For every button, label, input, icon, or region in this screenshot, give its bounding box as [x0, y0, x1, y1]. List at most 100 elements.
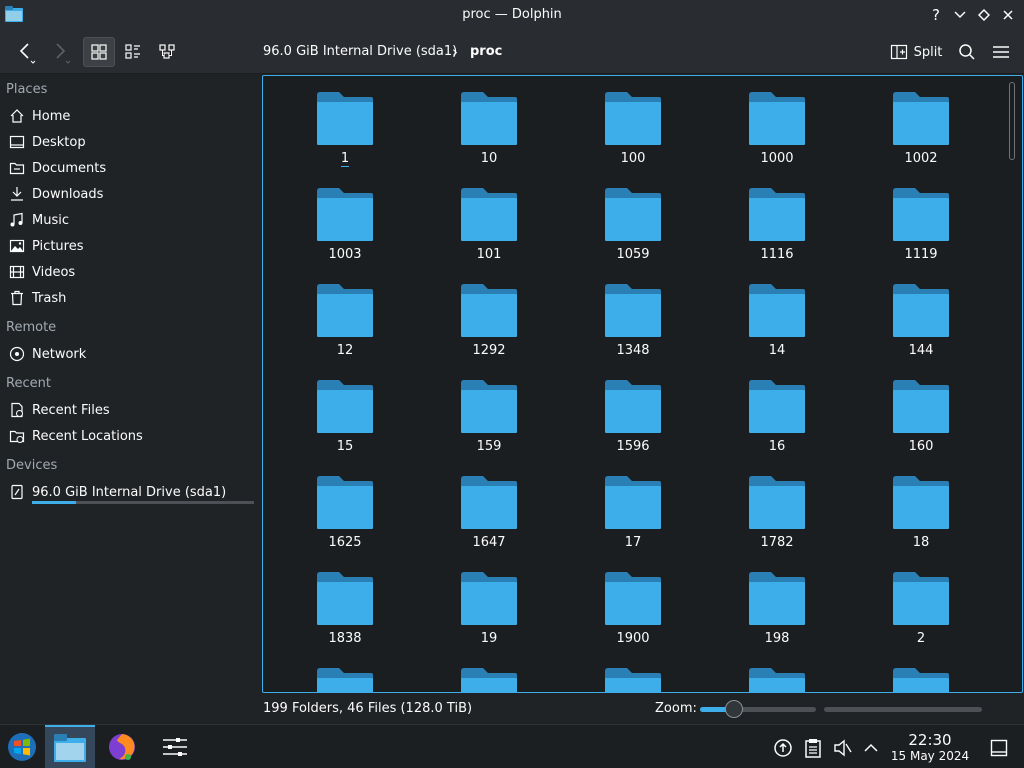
split-button[interactable]: Split — [888, 37, 944, 67]
folder-item[interactable]: 1 — [273, 86, 417, 182]
folder-item[interactable]: 15 — [273, 374, 417, 470]
folder-item[interactable] — [417, 662, 561, 692]
folder-item[interactable]: 1782 — [705, 470, 849, 566]
folder-item[interactable]: 160 — [849, 374, 993, 470]
tray-expand[interactable] — [860, 737, 882, 759]
folder-label: 14 — [768, 343, 786, 358]
file-view[interactable]: 1 10 100 1000 1002 1003 101 1059 1116 1119 12 1292 1… — [262, 75, 1023, 693]
tray-clipboard[interactable] — [802, 737, 824, 759]
folder-item[interactable]: 1596 — [561, 374, 705, 470]
sidebar-item-network[interactable]: Network — [0, 341, 260, 367]
folder-item[interactable]: 1838 — [273, 566, 417, 662]
sidebar-item-recent-files[interactable]: Recent Files — [0, 397, 260, 423]
folder-label: 1782 — [760, 535, 794, 550]
folder-item[interactable]: 17 — [561, 470, 705, 566]
folder-item[interactable] — [273, 662, 417, 692]
recent-files-icon — [11, 402, 23, 418]
folder-item[interactable]: 144 — [849, 278, 993, 374]
folder-item[interactable]: 16 — [705, 374, 849, 470]
folder-item[interactable]: 12 — [273, 278, 417, 374]
folder-item[interactable]: 2 — [849, 566, 993, 662]
details-view-button[interactable] — [152, 37, 182, 67]
folder-item[interactable]: 101 — [417, 182, 561, 278]
taskbar-dolphin[interactable] — [45, 725, 95, 768]
status-bar: 199 Folders, 46 Files (128.0 TiB) Zoom: — [0, 694, 1024, 724]
back-button[interactable] — [10, 37, 42, 67]
sidebar-item-recent-locations[interactable]: Recent Locations — [0, 423, 260, 449]
folder-item[interactable]: 159 — [417, 374, 561, 470]
sidebar-item-videos[interactable]: Videos — [0, 259, 260, 285]
folder-label: 2 — [916, 631, 926, 646]
tray-updates[interactable] — [772, 737, 794, 759]
folder-label: 159 — [476, 439, 502, 454]
sidebar-item-internal-drive[interactable]: 96.0 GiB Internal Drive (sda1) — [0, 479, 260, 505]
chevron-up-icon — [864, 743, 878, 752]
folder-item[interactable]: 1116 — [705, 182, 849, 278]
vertical-scrollbar[interactable] — [1008, 82, 1016, 688]
menu-button[interactable] — [988, 37, 1014, 67]
folder-item[interactable]: 1292 — [417, 278, 561, 374]
zoom-slider[interactable] — [700, 700, 816, 718]
folder-item[interactable]: 1002 — [849, 86, 993, 182]
sidebar-item-pictures[interactable]: Pictures — [0, 233, 260, 259]
forward-button[interactable] — [46, 37, 76, 67]
folder-label: 1000 — [760, 151, 794, 166]
folder-item[interactable]: 1059 — [561, 182, 705, 278]
show-desktop-button[interactable] — [988, 737, 1010, 759]
compact-view-button[interactable] — [118, 37, 148, 67]
folder-item[interactable]: 19 — [417, 566, 561, 662]
folder-icon — [461, 284, 517, 337]
clock-time[interactable]: 22:30 — [890, 731, 970, 749]
taskbar-system-settings[interactable] — [150, 725, 200, 768]
clipboard-icon — [805, 739, 821, 758]
folder-item[interactable] — [849, 662, 993, 692]
compact-view-icon — [125, 44, 140, 59]
application-launcher[interactable] — [0, 725, 44, 768]
sidebar-item-home[interactable]: Home — [0, 103, 260, 129]
zoom-slider-handle[interactable] — [724, 700, 743, 718]
folder-item[interactable]: 1000 — [705, 86, 849, 182]
title-bar: proc — Dolphin ? — [0, 0, 1024, 30]
folder-item[interactable]: 1900 — [561, 566, 705, 662]
sidebar-item-documents[interactable]: Documents — [0, 155, 260, 181]
videos-icon — [9, 265, 25, 279]
folder-label: 12 — [336, 343, 354, 358]
scrollbar-thumb[interactable] — [1009, 82, 1015, 160]
folder-item[interactable]: 100 — [561, 86, 705, 182]
close-button[interactable] — [996, 3, 1020, 27]
folder-item[interactable]: 1647 — [417, 470, 561, 566]
folder-label: 15 — [336, 439, 354, 454]
folder-item[interactable]: 18 — [849, 470, 993, 566]
folder-item[interactable] — [561, 662, 705, 692]
breadcrumb-separator[interactable]: › — [452, 30, 458, 74]
sidebar-item-music[interactable]: Music — [0, 207, 260, 233]
icons-view-button[interactable] — [83, 37, 115, 67]
maximize-button[interactable] — [972, 3, 996, 27]
folder-item[interactable]: 1348 — [561, 278, 705, 374]
folder-label: 101 — [476, 247, 502, 262]
sidebar-item-label: Music — [32, 212, 69, 228]
places-header: Places — [6, 82, 48, 97]
sidebar-item-downloads[interactable]: Downloads — [0, 181, 260, 207]
sidebar-item-trash[interactable]: Trash — [0, 285, 260, 311]
folder-item[interactable]: 198 — [705, 566, 849, 662]
sidebar-item-desktop[interactable]: Desktop — [0, 129, 260, 155]
folder-label: 1119 — [904, 247, 938, 262]
clock-date[interactable]: 15 May 2024 — [885, 749, 975, 763]
folder-item[interactable]: 10 — [417, 86, 561, 182]
folder-item[interactable]: 1119 — [849, 182, 993, 278]
tray-volume[interactable] — [832, 737, 854, 759]
breadcrumb-current[interactable]: proc — [470, 30, 502, 74]
folder-item[interactable]: 1003 — [273, 182, 417, 278]
search-button[interactable] — [954, 37, 980, 67]
breadcrumb-drive[interactable]: 96.0 GiB Internal Drive (sda1) — [263, 30, 457, 74]
folder-item[interactable]: 1625 — [273, 470, 417, 566]
taskbar-firefox[interactable] — [97, 725, 147, 768]
folder-item[interactable] — [705, 662, 849, 692]
minimize-button[interactable] — [948, 3, 972, 27]
folder-item[interactable]: 14 — [705, 278, 849, 374]
folder-icon — [317, 572, 373, 625]
help-button[interactable]: ? — [924, 3, 948, 27]
free-space-bar[interactable] — [824, 707, 982, 712]
search-icon — [959, 44, 975, 60]
